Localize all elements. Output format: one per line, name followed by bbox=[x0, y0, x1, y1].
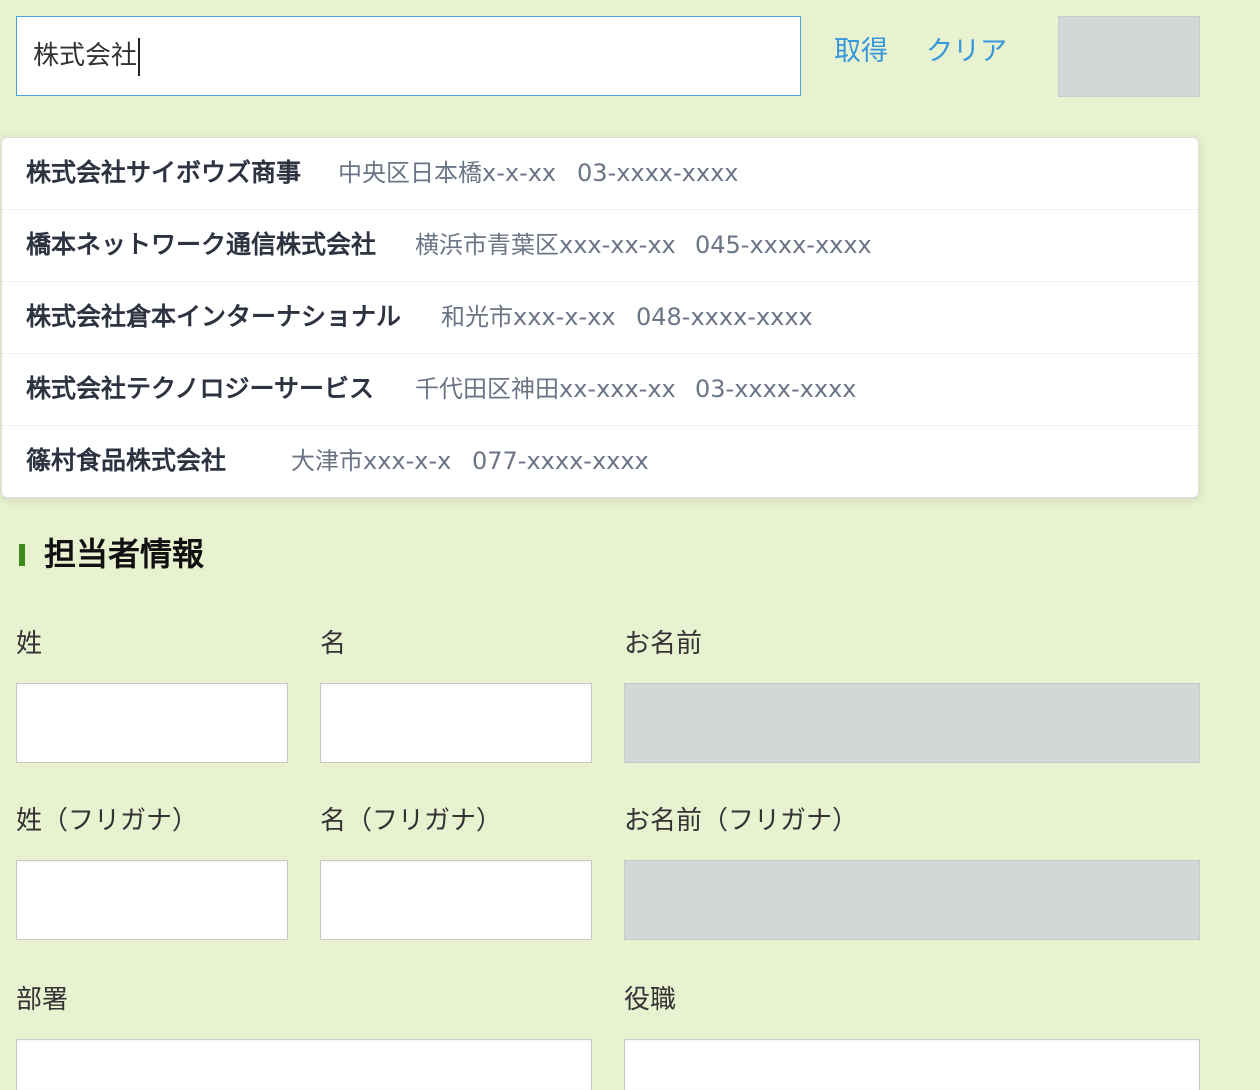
first-name-kana-input[interactable] bbox=[320, 860, 592, 940]
suggestion-item[interactable]: 株式会社サイボウズ商事 中央区日本橋x-x-xx 03-xxxx-xxxx bbox=[2, 138, 1198, 210]
suggestion-company-name: 篠村食品株式会社 bbox=[26, 446, 227, 475]
suggestion-address: 千代田区神田xx-xxx-xx bbox=[415, 375, 676, 403]
company-search-input[interactable]: 株式会社 bbox=[16, 16, 801, 96]
disabled-button[interactable] bbox=[1058, 16, 1200, 97]
department-label: 部署 bbox=[16, 985, 69, 1015]
suggestion-item[interactable]: 株式会社テクノロジーサービス 千代田区神田xx-xxx-xx 03-xxxx-x… bbox=[2, 354, 1198, 426]
suggestion-phone: 03-xxxx-xxxx bbox=[695, 375, 857, 403]
suggestion-address: 横浜市青葉区xxx-xx-xx bbox=[415, 231, 676, 259]
suggestion-phone: 077-xxxx-xxxx bbox=[472, 447, 649, 475]
suggestion-company-name: 株式会社倉本インターナショナル bbox=[26, 302, 402, 331]
autocomplete-dropdown: 株式会社サイボウズ商事 中央区日本橋x-x-xx 03-xxxx-xxxx 橋本… bbox=[1, 137, 1199, 498]
first-name-kana-label: 名（フリガナ） bbox=[320, 806, 503, 836]
first-name-input[interactable] bbox=[320, 683, 592, 763]
text-caret bbox=[138, 37, 141, 76]
get-button[interactable]: 取得 bbox=[834, 32, 888, 72]
suggestion-phone: 03-xxxx-xxxx bbox=[577, 159, 739, 187]
suggestion-address: 中央区日本橋x-x-xx bbox=[338, 159, 557, 187]
last-name-input[interactable] bbox=[16, 683, 288, 763]
suggestion-item[interactable]: 橋本ネットワーク通信株式会社 横浜市青葉区xxx-xx-xx 045-xxxx-… bbox=[2, 210, 1198, 282]
full-name-field bbox=[624, 683, 1200, 763]
suggestion-address: 和光市xxx-x-xx bbox=[441, 303, 616, 331]
position-label: 役職 bbox=[624, 985, 677, 1015]
section-title: 担当者情報 bbox=[44, 535, 205, 573]
suggestion-phone: 045-xxxx-xxxx bbox=[695, 231, 872, 259]
section-accent-bar bbox=[19, 544, 25, 566]
position-input[interactable] bbox=[624, 1039, 1200, 1090]
suggestion-company-name: 株式会社サイボウズ商事 bbox=[26, 158, 302, 187]
suggestion-company-name: 株式会社テクノロジーサービス bbox=[26, 374, 375, 403]
suggestion-item[interactable]: 株式会社倉本インターナショナル 和光市xxx-x-xx 048-xxxx-xxx… bbox=[2, 282, 1198, 354]
last-name-kana-input[interactable] bbox=[16, 860, 288, 940]
full-name-kana-label: お名前（フリガナ） bbox=[624, 806, 859, 836]
company-search-value: 株式会社 bbox=[33, 41, 138, 71]
department-input[interactable] bbox=[16, 1039, 592, 1090]
suggestion-company-name: 橋本ネットワーク通信株式会社 bbox=[26, 230, 377, 259]
suggestion-address: 大津市xxx-x-x bbox=[291, 447, 452, 475]
first-name-label: 名 bbox=[320, 629, 347, 659]
suggestion-phone: 048-xxxx-xxxx bbox=[636, 303, 813, 331]
suggestion-item[interactable]: 篠村食品株式会社 大津市xxx-x-x 077-xxxx-xxxx bbox=[2, 426, 1198, 497]
clear-button[interactable]: クリア bbox=[926, 32, 1007, 72]
last-name-label: 姓 bbox=[16, 629, 43, 659]
full-name-kana-field bbox=[624, 860, 1200, 940]
full-name-label: お名前 bbox=[624, 629, 703, 659]
last-name-kana-label: 姓（フリガナ） bbox=[16, 806, 199, 836]
